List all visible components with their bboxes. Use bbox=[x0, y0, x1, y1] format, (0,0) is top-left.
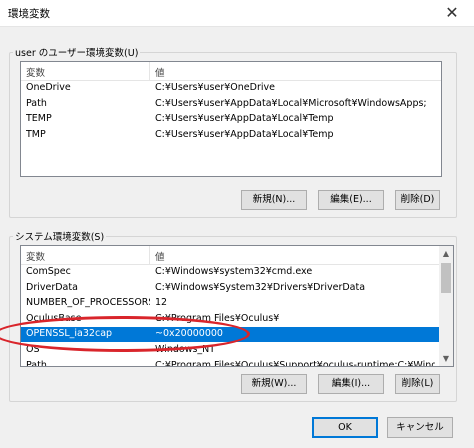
table-row[interactable]: NUMBER_OF_PROCESSORS 12 bbox=[21, 296, 439, 311]
system-new-button[interactable]: 新規(W)... bbox=[241, 374, 307, 394]
variable-value: C:¥Users¥user¥AppData¥Local¥Microsoft¥Wi… bbox=[155, 97, 427, 109]
scroll-down-arrow-icon[interactable]: ▼ bbox=[439, 351, 453, 366]
table-row[interactable]: Path C:¥Users¥user¥AppData¥Local¥Microsof… bbox=[21, 97, 441, 112]
variable-name: TEMP bbox=[26, 113, 52, 125]
variable-name: TMP bbox=[26, 128, 46, 140]
scroll-up-arrow-icon[interactable]: ▲ bbox=[439, 246, 453, 261]
variable-name: ComSpec bbox=[26, 266, 71, 277]
user-edit-button[interactable]: 編集(E)... bbox=[318, 190, 384, 210]
variable-value: 12 bbox=[155, 297, 168, 309]
ok-button[interactable]: OK bbox=[312, 417, 378, 438]
column-header-variable[interactable]: 変数 bbox=[26, 65, 45, 79]
table-row[interactable]: OneDrive C:¥Users¥user¥OneDrive bbox=[21, 81, 441, 96]
column-header-value[interactable]: 値 bbox=[155, 65, 165, 79]
user-delete-button[interactable]: 削除(D) bbox=[395, 190, 440, 210]
user-new-button[interactable]: 新規(N)... bbox=[241, 190, 307, 210]
window-title: 環境変数 bbox=[8, 8, 50, 20]
system-variables-label: システム環境変数(S) bbox=[13, 229, 107, 243]
table-row[interactable]: Path C:¥Program Files¥Oculus¥Support¥ocul… bbox=[21, 359, 439, 367]
column-separator[interactable] bbox=[149, 246, 150, 264]
variable-value: C:¥Windows¥System32¥Drivers¥DriverData bbox=[155, 281, 366, 293]
variable-name: NUMBER_OF_PROCESSORS bbox=[26, 297, 150, 309]
vertical-scrollbar[interactable]: ▲ ▼ bbox=[439, 246, 453, 366]
variable-name: Path bbox=[26, 97, 47, 109]
table-row[interactable]: TMP C:¥Users¥user¥AppData¥Local¥Temp bbox=[21, 128, 441, 143]
variable-value: C:¥Users¥user¥AppData¥Local¥Temp bbox=[155, 128, 334, 140]
column-separator[interactable] bbox=[149, 62, 150, 80]
cancel-button[interactable]: キャンセル bbox=[387, 417, 453, 438]
variable-value: C:¥Users¥user¥OneDrive bbox=[155, 82, 275, 93]
user-variables-list[interactable]: 変数 値 OneDrive C:¥Users¥user¥OneDrive Path C… bbox=[20, 61, 442, 177]
annotation-ellipse bbox=[0, 316, 250, 352]
variable-value: C:¥Program Files¥Oculus¥Support¥oculus-r… bbox=[155, 359, 435, 367]
scroll-thumb[interactable] bbox=[441, 263, 451, 293]
list-header: 変数 値 bbox=[21, 246, 439, 265]
close-icon[interactable]: ✕ bbox=[430, 0, 474, 26]
variable-name: OneDrive bbox=[26, 82, 71, 93]
table-row[interactable]: DriverData C:¥Windows¥System32¥Drivers¥Dr… bbox=[21, 281, 439, 296]
variable-value: C:¥Windows¥system32¥cmd.exe bbox=[155, 266, 313, 277]
column-header-variable[interactable]: 変数 bbox=[26, 249, 45, 263]
variable-value: C:¥Users¥user¥AppData¥Local¥Temp bbox=[155, 113, 334, 125]
title-bar: 環境変数 ✕ bbox=[0, 0, 474, 27]
system-edit-button[interactable]: 編集(I)... bbox=[318, 374, 384, 394]
variable-name: Path bbox=[26, 359, 47, 367]
user-variables-label: user のユーザー環境変数(U) bbox=[13, 45, 141, 59]
variable-name: DriverData bbox=[26, 281, 78, 293]
table-row[interactable]: ComSpec C:¥Windows¥system32¥cmd.exe bbox=[21, 265, 439, 280]
table-row[interactable]: TEMP C:¥Users¥user¥AppData¥Local¥Temp bbox=[21, 112, 441, 127]
list-header: 変数 値 bbox=[21, 62, 441, 81]
system-delete-button[interactable]: 削除(L) bbox=[395, 374, 440, 394]
column-header-value[interactable]: 値 bbox=[155, 249, 165, 263]
